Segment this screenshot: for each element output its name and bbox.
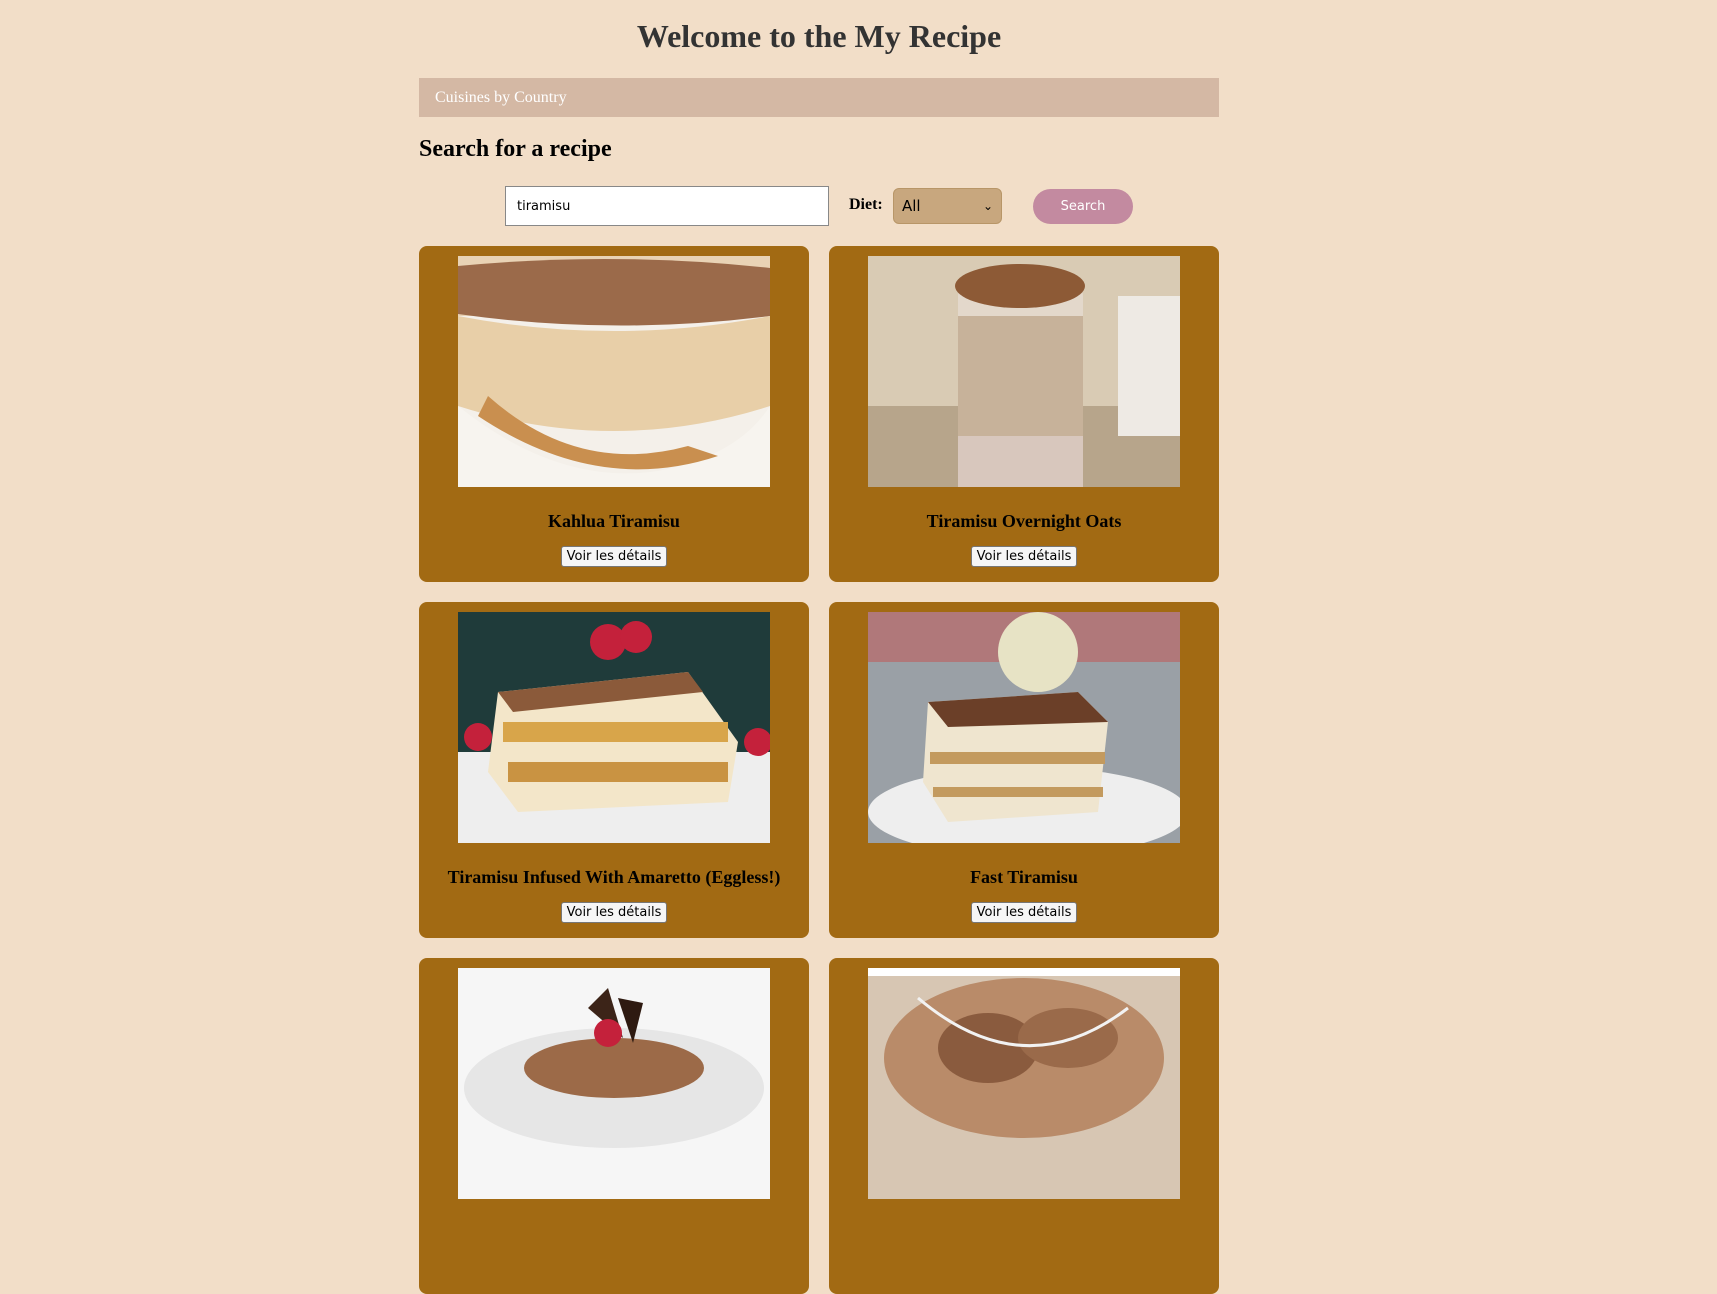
- view-details-button[interactable]: Voir les détails: [560, 546, 668, 567]
- view-details-button[interactable]: Voir les détails: [970, 546, 1078, 567]
- recipe-image: [868, 612, 1180, 843]
- recipe-title: Tiramisu Infused With Amaretto (Eggless!…: [447, 867, 781, 887]
- diet-select[interactable]: All ⌄: [893, 188, 1002, 224]
- recipe-image: [868, 256, 1180, 487]
- search-input[interactable]: [505, 186, 829, 226]
- view-details-button[interactable]: Voir les détails: [560, 902, 668, 923]
- recipe-card: Fast Tiramisu Voir les détails: [829, 602, 1219, 938]
- view-details-button[interactable]: Voir les détails: [970, 902, 1078, 923]
- chevron-down-icon: ⌄: [982, 199, 993, 213]
- nav-bar: Cuisines by Country: [419, 78, 1219, 117]
- recipe-title: Fast Tiramisu: [970, 867, 1078, 887]
- recipe-title: Kahlua Tiramisu: [548, 511, 680, 531]
- recipe-title: Tiramisu Overnight Oats: [926, 511, 1122, 531]
- recipe-image: [458, 256, 770, 487]
- search-button[interactable]: Search: [1033, 189, 1133, 224]
- recipe-card: [829, 958, 1219, 1294]
- diet-select-value: All: [902, 197, 921, 215]
- recipe-card: Tiramisu Overnight Oats Voir les détails: [829, 246, 1219, 582]
- recipe-image: [868, 968, 1180, 1199]
- recipe-card: Kahlua Tiramisu Voir les détails: [419, 246, 809, 582]
- nav-link-cuisines-by-country[interactable]: Cuisines by Country: [435, 89, 567, 107]
- recipe-card: Tiramisu Infused With Amaretto (Eggless!…: [419, 602, 809, 938]
- search-heading: Search for a recipe: [419, 136, 612, 162]
- recipe-image: [458, 612, 770, 843]
- recipe-card: [419, 958, 809, 1294]
- diet-label: Diet:: [849, 196, 883, 213]
- page-title: Welcome to the My Recipe: [636, 18, 1002, 54]
- results-grid: Kahlua Tiramisu Voir les détails Tiramis…: [419, 246, 1219, 1294]
- recipe-image: [458, 968, 770, 1199]
